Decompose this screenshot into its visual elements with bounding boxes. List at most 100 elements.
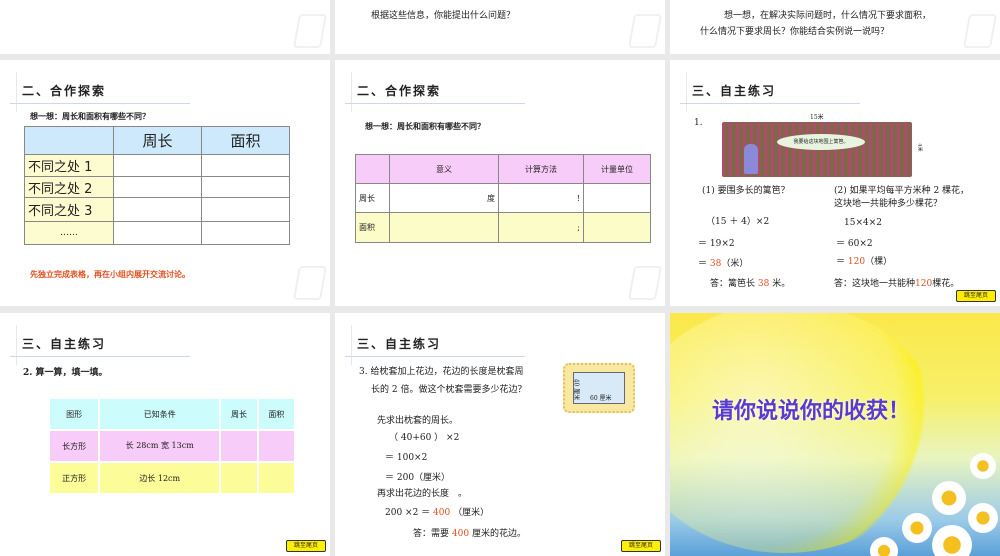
watermark [293, 14, 327, 48]
calc-line: ＝ 200（厘米） [385, 473, 451, 483]
shape-cell: 正方形 [62, 473, 87, 483]
calc-line: 200 ×2 ＝ [385, 508, 431, 518]
slide-thumbnail-9[interactable]: 请你说说你的收获！ [670, 313, 1000, 556]
answer-value: 400 [451, 529, 470, 539]
answer-text: 棵花。 [932, 279, 960, 289]
calc-line: ＝ 60×2 [836, 239, 873, 249]
slide-title: 三、自主练习 [692, 84, 777, 98]
farmer-figure [744, 144, 758, 174]
header-cell: 图形 [66, 409, 83, 419]
slide-thumbnail-8[interactable]: 三、自主练习 3. 给枕套加上花边，花边的长度是枕套周 长的 2 倍。做这个枕套… [335, 313, 665, 556]
row-label: 周长 [355, 183, 390, 213]
row-label: 不同之处 1 [24, 154, 114, 177]
cell: 度 [389, 183, 499, 213]
question: 想一想：周长和面积有哪些不同？ [365, 121, 485, 131]
title-underline [10, 356, 190, 357]
calc-line: ＝ [698, 259, 708, 269]
pillowcase-inner: 60 厘米 40 厘米 [572, 372, 625, 404]
header-cell: 面积 [268, 409, 285, 419]
row-label: 不同之处 2 [24, 176, 114, 198]
pillowcase-image: 60 厘米 40 厘米 [563, 363, 635, 413]
title-underline [345, 356, 525, 357]
question-2: (2) 如果平均每平方米种 2 棵花，这块地一共能种多少棵花？ [834, 186, 970, 209]
question: 2. 算一算，填一填。 [23, 368, 108, 378]
title-decoration [16, 72, 17, 112]
title-underline [680, 103, 860, 104]
slide-thumbnail-2[interactable]: 根据这些信息，你能提出什么问题？ [335, 0, 665, 54]
slide-thumbnail-4[interactable]: 二、合作探索 想一想：周长和面积有哪些不同？ 周长 面积 不同之处 1 不同之处 … [0, 60, 330, 306]
row-label: 不同之处 3 [24, 197, 114, 222]
width-label: 60 厘米 [590, 395, 612, 402]
question: 3. 给枕套加上花边，花边的长度是枕套周 [359, 367, 524, 377]
slide-thumbnail-1[interactable] [0, 0, 330, 54]
header-cell: 意义 [389, 154, 499, 184]
height-label: 40 厘米 [572, 378, 580, 401]
jump-to-last-page-button[interactable]: 跳至尾页 [286, 540, 326, 552]
header-cell: 已知条件 [143, 409, 176, 419]
calc-line: ＝ 19×2 [698, 239, 735, 249]
slide-thumbnail-3[interactable]: 想一想，在解决实际问题时，什么情况下要求面积， 什么情况下要求周长？你能结合实例… [670, 0, 1000, 54]
header-cell: 计算方法 [498, 154, 584, 184]
answer-text: 答：篱笆长 [710, 279, 756, 289]
condition-cell: 边长 12cm [139, 473, 181, 483]
result-value: 400 [433, 508, 451, 518]
unit: （棵） [865, 257, 893, 267]
unit: （厘米） [453, 508, 490, 518]
slide-text: 什么情况下要求周长？你能结合实例说一说吗？ [700, 27, 890, 37]
slide-thumbnail-7[interactable]: 三、自主练习 2. 算一算，填一填。 图形 已知条件 周长 面积 长方形 长 28cm … [0, 313, 330, 556]
summary-heading: 请你说说你的收获！ [712, 399, 911, 424]
answer-text: 答：这块地一共能种 [834, 279, 916, 289]
calc-line: （ 40+60 ） ×2 [389, 433, 460, 443]
answer-text: 答：需要 [413, 529, 450, 539]
header-cell: 计量单位 [583, 154, 651, 184]
result-value: 120 [847, 257, 866, 267]
answer-text: 厘米的花边。 [471, 529, 526, 539]
calc-line: ＝ 100×2 [385, 453, 428, 463]
comparison-table: 意义 计算方法 计量单位 周长度! 面积; [355, 154, 651, 243]
question: 想一想：周长和面积有哪些不同？ [30, 111, 150, 121]
calc-line: ＝ [836, 257, 846, 267]
unit: （米） [721, 259, 749, 269]
slide-text: 想一想，在解决实际问题时，什么情况下要求面积， [724, 11, 932, 21]
question: 长的 2 倍。做这个枕套需要多少花边？ [371, 385, 527, 395]
slide-title: 三、自主练习 [22, 337, 107, 351]
header-cell [24, 126, 114, 155]
row-label: …… [24, 221, 114, 245]
title-decoration [16, 325, 17, 365]
slide-title: 二、合作探索 [22, 84, 107, 98]
answer-text: 米。 [772, 279, 791, 289]
step-text: 再求出花边的长度 。 [377, 489, 468, 499]
header-cell: 周长 [113, 126, 202, 155]
slide-thumbnail-5[interactable]: 二、合作探索 想一想：周长和面积有哪些不同？ 意义 计算方法 计量单位 周长度! 面… [335, 60, 665, 306]
condition-cell: 长 28cm 宽 13cm [125, 441, 194, 450]
title-underline [10, 103, 190, 104]
image-label: 15米 [810, 114, 824, 121]
cell [389, 212, 499, 243]
title-decoration [686, 72, 687, 112]
slide-title: 三、自主练习 [357, 337, 442, 351]
header-cell [355, 154, 390, 184]
speech-bubble: 我要给这块地围上篱笆。 [777, 134, 865, 150]
sun-graphic [670, 313, 940, 553]
slide-thumbnail-6[interactable]: 三、自主练习 1. 15米 我要给这块地围上篱笆。 4米 (1) 要围多长的篱笆… [670, 60, 1000, 306]
watermark [963, 14, 997, 48]
cell: ; [498, 212, 584, 243]
title-underline [345, 103, 525, 104]
jump-to-last-page-button[interactable]: 跳至尾页 [956, 290, 996, 302]
result-value: 38 [709, 259, 722, 269]
step-text: 先求出枕套的周长。 [377, 416, 459, 426]
header-cell: 面积 [201, 126, 290, 155]
cell: ! [498, 183, 584, 213]
calc-line: 15×4×2 [844, 218, 882, 228]
jump-to-last-page-button[interactable]: 跳至尾页 [621, 540, 661, 552]
row-label: 面积 [355, 212, 390, 243]
calc-line: （15 ＋ 4）×2 [706, 217, 770, 227]
title-decoration [351, 72, 352, 112]
answer-value: 38 [757, 279, 770, 289]
answer-value: 120 [915, 279, 933, 289]
watermark [628, 266, 662, 300]
header-cell: 周长 [230, 409, 247, 419]
flower-field-image: 我要给这块地围上篱笆。 [722, 122, 912, 177]
question-1: (1) 要围多长的篱笆？ [702, 186, 790, 196]
title-decoration [351, 325, 352, 365]
